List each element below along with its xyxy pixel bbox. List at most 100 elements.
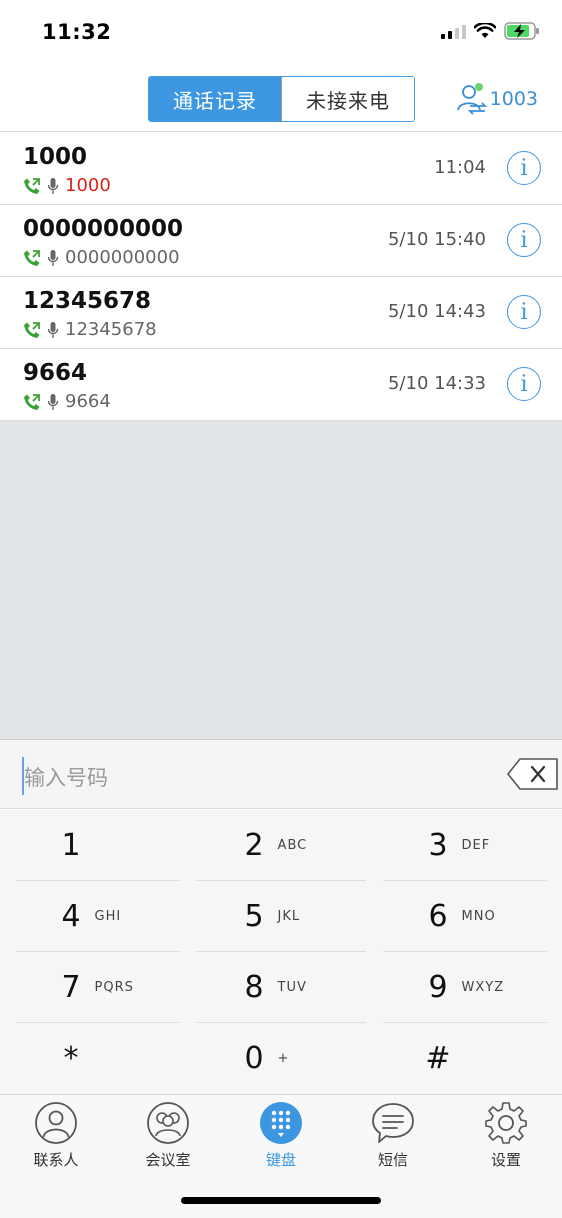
dial-number-field[interactable]: 输入号码 <box>0 739 562 809</box>
key-5[interactable]: 5 JKL <box>198 881 364 952</box>
wifi-icon <box>474 23 496 38</box>
dial-keypad: 1 2 ABC 3 DEF 4 GHI 5 JKL 6 MNO 7 PQRS 8 TUV 9W… <box>0 810 562 1094</box>
call-number: 9664 <box>23 360 88 386</box>
call-detail-number: 9664 <box>65 391 111 412</box>
keypad-icon <box>260 1102 302 1144</box>
account-transfer-icon <box>456 83 487 115</box>
extension-number: 1003 <box>489 88 538 110</box>
key-star[interactable]: * <box>15 1023 181 1094</box>
key-4[interactable]: 4 GHI <box>15 881 181 952</box>
key-digit: 7 <box>61 970 81 1005</box>
key-6[interactable]: 6 MNO <box>382 881 548 952</box>
key-letters: MNO <box>461 909 496 924</box>
call-row[interactable]: 0000000000 0000000000 5/10 15:40 i <box>0 205 562 277</box>
conference-icon <box>147 1102 189 1144</box>
tab-label: 联系人 <box>33 1151 79 1169</box>
key-digit: 1 <box>61 828 81 863</box>
backspace-icon[interactable] <box>506 757 560 791</box>
call-detail: 1000 <box>23 175 111 196</box>
status-bar: 11:32 <box>0 0 562 66</box>
key-2[interactable]: 2 ABC <box>198 810 364 881</box>
keypad-divider <box>383 880 547 881</box>
outgoing-call-icon <box>24 249 40 266</box>
call-log-segmented-control: 通话记录 未接来电 <box>148 76 415 122</box>
call-info-button[interactable]: i <box>507 223 541 257</box>
tab-contacts[interactable]: 联系人 <box>0 1101 112 1170</box>
key-digit: 0 <box>244 1041 264 1076</box>
header: 通话记录 未接来电 1003 <box>0 66 562 132</box>
key-8[interactable]: 8 TUV <box>198 952 364 1023</box>
call-time: 5/10 14:43 <box>387 301 486 322</box>
keypad-divider <box>196 951 366 952</box>
call-time: 11:04 <box>434 157 486 178</box>
call-detail-number: 12345678 <box>65 319 157 340</box>
call-detail: 0000000000 <box>23 247 180 268</box>
call-info-button[interactable]: i <box>507 295 541 329</box>
key-letters: ABC <box>277 838 308 853</box>
microphone-icon <box>47 321 59 338</box>
tab-conference[interactable]: 会议室 <box>112 1101 224 1170</box>
cellular-signal-icon <box>441 23 466 39</box>
keypad-divider <box>383 951 547 952</box>
tab-missed-calls[interactable]: 未接来电 <box>281 77 414 121</box>
info-icon: i <box>520 227 528 253</box>
tab-label: 设置 <box>490 1151 521 1169</box>
tab-call-history[interactable]: 通话记录 <box>149 77 281 121</box>
call-row[interactable]: 12345678 12345678 5/10 14:43 i <box>0 277 562 349</box>
call-detail: 9664 <box>23 391 111 412</box>
home-indicator[interactable] <box>181 1197 381 1204</box>
key-1[interactable]: 1 <box>15 810 181 881</box>
call-number: 1000 <box>23 144 88 170</box>
key-digit: 3 <box>428 828 448 863</box>
info-icon: i <box>520 299 528 325</box>
key-hash[interactable]: # <box>382 1023 548 1094</box>
list-empty-area <box>0 421 562 739</box>
outgoing-call-icon <box>24 393 40 410</box>
call-detail: 12345678 <box>23 319 157 340</box>
key-digit: 2 <box>244 828 264 863</box>
key-7[interactable]: 7 PQRS <box>15 952 181 1023</box>
outgoing-call-icon <box>24 177 40 194</box>
battery-charging-icon <box>504 22 539 40</box>
call-history-list: 1000 1000 11:04 i 0000000000 0000000000 … <box>0 133 562 421</box>
info-icon: i <box>520 155 528 181</box>
key-letters: DEF <box>461 838 491 853</box>
keypad-divider <box>196 1022 366 1023</box>
message-icon <box>372 1103 414 1143</box>
tab-label: 键盘 <box>265 1151 296 1169</box>
microphone-icon <box>47 393 59 410</box>
key-letters: JKL <box>277 909 301 924</box>
call-detail-number: 0000000000 <box>65 247 180 268</box>
call-row[interactable]: 1000 1000 11:04 i <box>0 133 562 205</box>
tab-settings[interactable]: 设置 <box>450 1101 562 1170</box>
key-9[interactable]: 9 WXYZ <box>382 952 548 1023</box>
contact-icon <box>35 1102 77 1144</box>
call-number: 0000000000 <box>23 216 184 242</box>
key-letters: + <box>277 1051 290 1066</box>
tab-label: 会议室 <box>145 1151 191 1169</box>
tab-keypad[interactable]: 键盘 <box>225 1101 337 1170</box>
call-info-button[interactable]: i <box>507 367 541 401</box>
call-row[interactable]: 9664 9664 5/10 14:33 i <box>0 349 562 421</box>
key-3[interactable]: 3 DEF <box>382 810 548 881</box>
status-icons <box>441 22 540 40</box>
key-digit: # <box>425 1041 451 1076</box>
key-digit: 5 <box>244 899 264 934</box>
tab-messages[interactable]: 短信 <box>337 1101 449 1170</box>
call-number: 12345678 <box>23 288 152 314</box>
microphone-icon <box>47 249 59 266</box>
call-info-button[interactable]: i <box>507 151 541 185</box>
key-letters: WXYZ <box>461 980 505 995</box>
key-digit: 6 <box>428 899 448 934</box>
key-digit: 4 <box>61 899 81 934</box>
key-digit: 9 <box>428 970 448 1005</box>
keypad-divider <box>16 951 180 952</box>
account-switch-button[interactable]: 1003 <box>454 82 538 116</box>
call-detail-number: 1000 <box>65 175 111 196</box>
key-letters: PQRS <box>94 980 134 995</box>
settings-icon <box>485 1102 527 1144</box>
key-digit: * <box>63 1041 79 1076</box>
dial-number-placeholder: 输入号码 <box>24 766 108 790</box>
key-0[interactable]: 0 + <box>198 1023 364 1094</box>
keypad-divider <box>16 1022 180 1023</box>
